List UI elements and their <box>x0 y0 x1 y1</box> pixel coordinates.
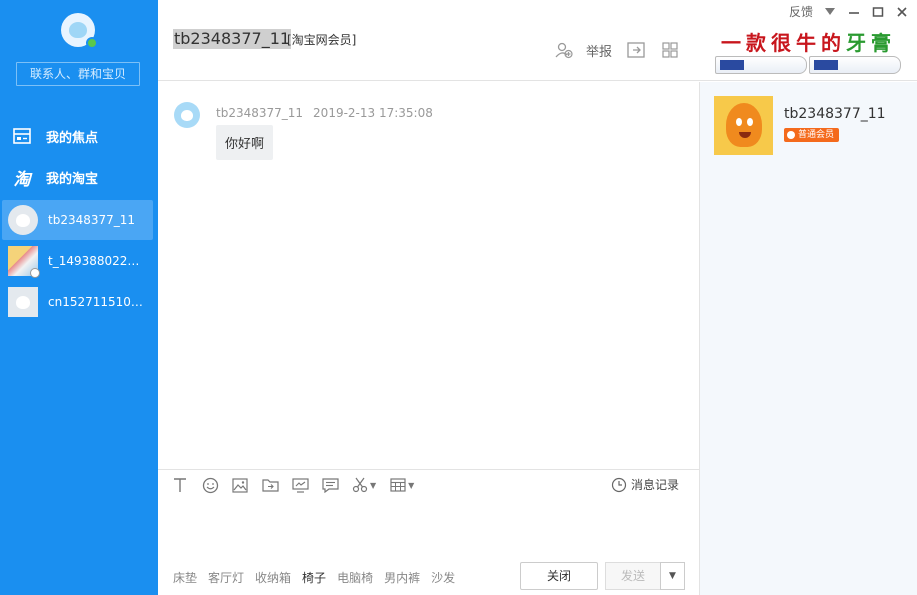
profile-panel: tb2348377_11 普通会员 <box>700 82 917 595</box>
my-avatar[interactable] <box>61 13 98 49</box>
scissors-icon[interactable] <box>350 476 370 494</box>
message-time: 2019-2-13 17:35:08 <box>313 106 433 120</box>
nav-my-focus[interactable]: 我的焦点 <box>0 118 158 154</box>
contact-item[interactable]: t_1493880222... <box>2 241 153 281</box>
window-controls: 反馈 <box>789 3 909 20</box>
chat-partner-name[interactable]: tb2348377_11 <box>173 29 292 49</box>
screen-icon[interactable] <box>290 476 310 494</box>
suggestion-link[interactable]: 椅子 <box>302 569 326 586</box>
send-button[interactable]: 发送 <box>605 562 661 590</box>
app-window: 联系人、群和宝贝 我的焦点 淘 我的淘宝 tb2348377_11 t_1493… <box>0 0 917 595</box>
image-icon[interactable] <box>230 476 250 494</box>
emoji-icon[interactable] <box>200 476 220 494</box>
badge-icon <box>787 131 795 139</box>
profile-avatar[interactable] <box>714 96 773 155</box>
focus-icon <box>12 126 32 146</box>
message-input-area[interactable]: ▼ ▼ 消息记录 床垫 客厅灯 收纳箱 椅子 电脑椅 男内裤 沙发 关闭 发送 … <box>158 469 699 595</box>
member-badge: 普通会员 <box>784 128 840 142</box>
close-icon[interactable] <box>895 5 909 19</box>
message-sender: tb2348377_11 <box>216 106 304 120</box>
suggestion-link[interactable]: 收纳箱 <box>255 569 291 586</box>
message-list: tb2348377_11 2019-2-13 17:35:08 你好啊 <box>158 82 699 470</box>
chevron-down-icon[interactable]: ▼ <box>370 481 376 490</box>
message-meta: tb2348377_11 2019-2-13 17:35:08 <box>216 106 433 120</box>
send-options-chevron-icon[interactable]: ▼ <box>660 562 685 590</box>
suggestion-link[interactable]: 电脑椅 <box>337 569 373 586</box>
nav-label: 我的焦点 <box>46 130 99 146</box>
message-bubble: 你好啊 <box>216 125 274 160</box>
minimize-icon[interactable] <box>847 5 861 19</box>
header-actions: 举报 <box>554 40 680 60</box>
contact-name: t_1493880222... <box>48 254 146 268</box>
toothpaste-ad-banner[interactable]: 一款很牛的牙膏 <box>715 24 904 79</box>
contact-avatar <box>8 287 38 317</box>
calculator-icon[interactable] <box>388 476 408 494</box>
add-contact-icon[interactable] <box>554 41 574 59</box>
message-history-button[interactable]: 消息记录 <box>611 476 679 493</box>
contact-search-input[interactable]: 联系人、群和宝贝 <box>16 62 140 86</box>
contact-name: cn1527115109... <box>48 295 146 309</box>
history-label: 消息记录 <box>630 478 679 492</box>
badge-label: 普通会员 <box>798 130 835 140</box>
contact-name: tb2348377_11 <box>48 213 136 227</box>
clock-icon <box>611 477 627 492</box>
input-toolbar: ▼ ▼ <box>170 476 426 494</box>
member-type: [淘宝网会员] <box>287 33 357 47</box>
sidebar: 联系人、群和宝贝 我的焦点 淘 我的淘宝 tb2348377_11 t_1493… <box>0 0 158 595</box>
online-status-icon <box>86 37 98 49</box>
avatar-face-icon <box>69 22 87 38</box>
feedback-link[interactable]: 反馈 <box>789 3 813 20</box>
profile-name[interactable]: tb2348377_11 <box>784 106 886 122</box>
ad-text-highlight: 牙膏 <box>846 31 896 55</box>
ad-product-image <box>715 54 904 76</box>
suggestion-link[interactable]: 沙发 <box>431 569 455 586</box>
folder-icon[interactable] <box>260 476 280 494</box>
taobao-icon: 淘 <box>13 169 31 190</box>
dropdown-icon[interactable] <box>823 5 837 19</box>
font-icon[interactable] <box>170 476 190 494</box>
search-suggestions: 床垫 客厅灯 收纳箱 椅子 电脑椅 男内裤 沙发 <box>173 569 466 586</box>
contact-avatar <box>8 205 38 235</box>
contact-avatar <box>8 246 40 278</box>
suggestion-link[interactable]: 男内裤 <box>384 569 420 586</box>
suggestion-link[interactable]: 客厅灯 <box>208 569 244 586</box>
clock-icon <box>30 268 40 278</box>
nav-my-taobao[interactable]: 淘 我的淘宝 <box>0 159 158 195</box>
suggestion-link[interactable]: 床垫 <box>173 569 197 586</box>
maximize-icon[interactable] <box>871 5 885 19</box>
chevron-down-icon[interactable]: ▼ <box>408 481 414 490</box>
transfer-icon[interactable] <box>626 41 646 59</box>
comment-icon[interactable] <box>320 476 340 494</box>
sender-avatar[interactable] <box>174 102 200 128</box>
apps-grid-icon[interactable] <box>660 41 680 59</box>
ad-text: 一款很牛的牙膏 <box>721 31 896 55</box>
contact-item[interactable]: cn1527115109... <box>2 282 153 322</box>
report-button[interactable]: 举报 <box>586 41 612 60</box>
close-button[interactable]: 关闭 <box>520 562 598 590</box>
nav-label: 我的淘宝 <box>46 171 99 187</box>
contact-item[interactable]: tb2348377_11 <box>2 200 153 240</box>
